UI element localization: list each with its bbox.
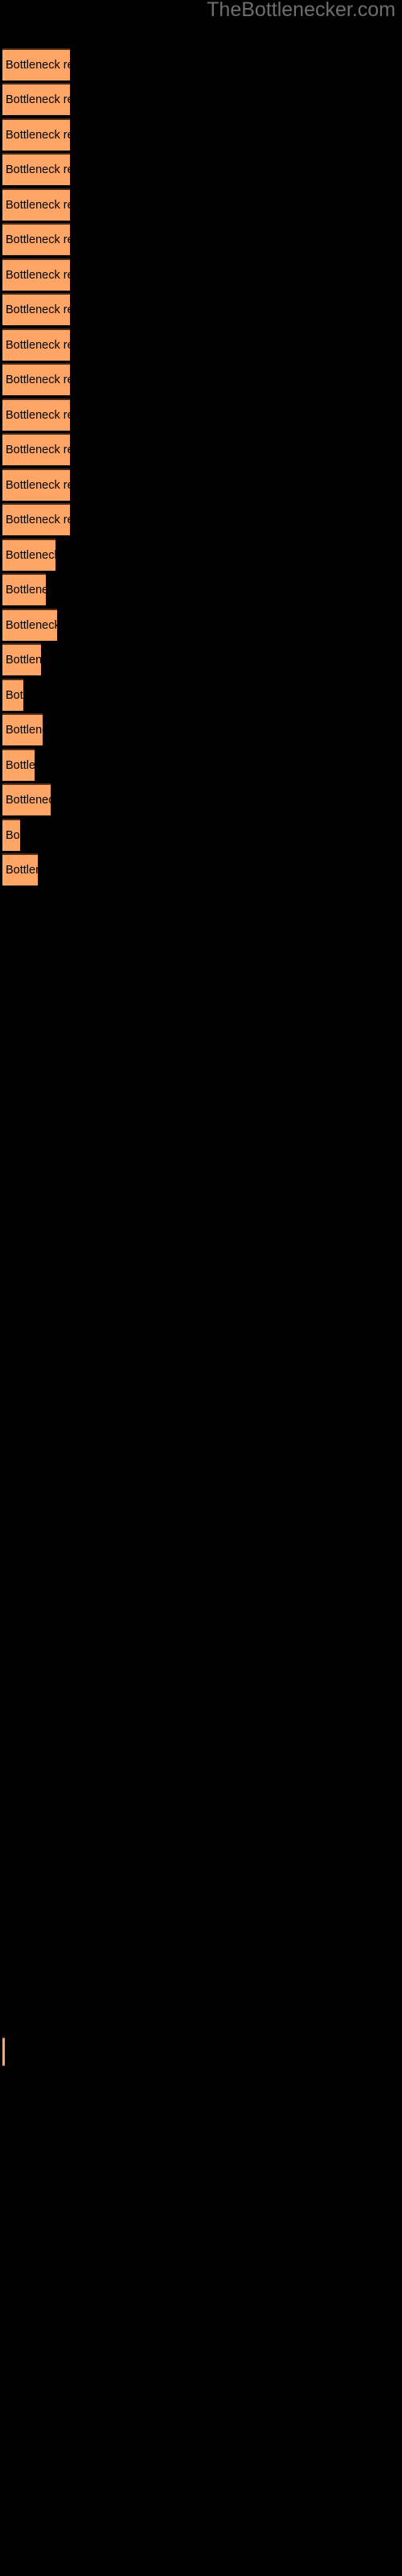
bar-label: Bottleneck result	[6, 268, 70, 282]
bar-segment[interactable]: Bottleneck result	[2, 223, 70, 255]
bar-row: Bottleneck result	[0, 258, 402, 291]
bar-label: Bottleneck result	[6, 58, 70, 72]
bar-segment[interactable]: Bottleneck result	[2, 118, 70, 151]
bar-segment[interactable]: Bottleneck result	[2, 783, 51, 815]
bar-row: Bottleneck result	[0, 48, 402, 80]
bar-segment[interactable]: Bottleneck result	[2, 48, 70, 80]
bar-row: Bottleneck result	[0, 363, 402, 395]
bar-segment[interactable]: Bottleneck result	[2, 433, 70, 465]
bar-segment[interactable]: Bottleneck result	[2, 713, 43, 745]
bar-label: Bottleneck result	[6, 793, 51, 807]
bar-segment[interactable]: Bottleneck result	[2, 749, 35, 781]
bar-row: Bottleneck result	[0, 433, 402, 465]
bar-label: Bottleneck result	[6, 443, 70, 456]
bar-row: Bottleneck result	[0, 783, 402, 815]
bar-row: Bottleneck result	[0, 398, 402, 431]
bar-segment[interactable]: Bottleneck result	[2, 609, 57, 641]
bar-row: Bottleneck result	[0, 503, 402, 535]
bar-row: Bottleneck result	[0, 643, 402, 675]
bar-label: Bottleneck result	[6, 338, 70, 352]
bar-label: Bottleneck result	[6, 863, 38, 877]
bar-segment[interactable]: Bottleneck result	[2, 819, 20, 851]
bar-segment[interactable]: Bottleneck result	[2, 293, 70, 325]
bar-segment[interactable]: Bottleneck result	[2, 853, 38, 886]
bar-segment[interactable]: Bottleneck result	[2, 328, 70, 361]
bar-label: Bottleneck result	[6, 618, 57, 632]
bar-axis-marker[interactable]	[2, 2037, 5, 2066]
bar-row: Bottleneck result	[0, 83, 402, 115]
bar-label: Bottleneck result	[6, 688, 23, 702]
chart-plot-area: Bottleneck result Bottleneck result Bottle…	[0, 0, 402, 2576]
bar-row: Bottleneck result	[0, 328, 402, 361]
bar-row: Bottleneck result	[0, 539, 402, 571]
bar-label: Bottleneck result	[6, 233, 70, 246]
bar-segment[interactable]: Bottleneck result	[2, 679, 23, 711]
bar-label: Bottleneck result	[6, 653, 41, 667]
bar-row: Bottleneck result	[0, 853, 402, 886]
bar-segment[interactable]: Bottleneck result	[2, 363, 70, 395]
bar-label: Bottleneck result	[6, 373, 70, 386]
bar-row: Bottleneck result	[0, 609, 402, 641]
bar-label: Bottleneck result	[6, 513, 70, 526]
bar-segment[interactable]: Bottleneck result	[2, 258, 70, 291]
bar-row: Bottleneck result	[0, 573, 402, 605]
bar-segment[interactable]: Bottleneck result	[2, 398, 70, 431]
bar-label: Bottleneck result	[6, 548, 55, 562]
bar-segment[interactable]: Bottleneck result	[2, 83, 70, 115]
bar-label: Bottleneck result	[6, 163, 70, 176]
bar-segment[interactable]: Bottleneck result	[2, 469, 70, 501]
bar-segment[interactable]: Bottleneck result	[2, 503, 70, 535]
bar-label: Bottleneck result	[6, 128, 70, 142]
bar-label: Bottleneck result	[6, 583, 46, 597]
bar-row: Bottleneck result	[0, 153, 402, 185]
bottleneck-chart: TheBottlenecker.com Bottleneck resultBot…	[0, 0, 402, 2576]
bar-row: Bottleneck result	[0, 749, 402, 781]
bar-label: Bottleneck result	[6, 93, 70, 106]
bar-row: Bottleneck result	[0, 118, 402, 151]
bar-label: Bottleneck result	[6, 723, 43, 737]
bar-row: Bottleneck result	[0, 713, 402, 745]
bar-row: Bottleneck result	[0, 188, 402, 221]
bar-row: Bottleneck result	[0, 469, 402, 501]
bar-label: Bottleneck result	[6, 758, 35, 772]
bar-row: Bottleneck result	[0, 293, 402, 325]
bar-row: Bottleneck result	[0, 819, 402, 851]
bar-label: Bottleneck result	[6, 198, 70, 212]
bar-segment[interactable]: Bottleneck result	[2, 539, 55, 571]
bar-row	[0, 2037, 402, 2069]
bar-label: Bottleneck result	[6, 408, 70, 422]
bar-segment[interactable]: Bottleneck result	[2, 573, 46, 605]
bar-label: Bottleneck result	[6, 828, 20, 842]
bar-segment[interactable]: Bottleneck result	[2, 188, 70, 221]
bar-row: Bottleneck result	[0, 223, 402, 255]
bar-label: Bottleneck result	[6, 303, 70, 316]
bar-row: Bottleneck result	[0, 679, 402, 711]
bar-segment[interactable]: Bottleneck result	[2, 153, 70, 185]
bar-label: Bottleneck result	[6, 478, 70, 492]
bar-segment[interactable]: Bottleneck result	[2, 643, 41, 675]
